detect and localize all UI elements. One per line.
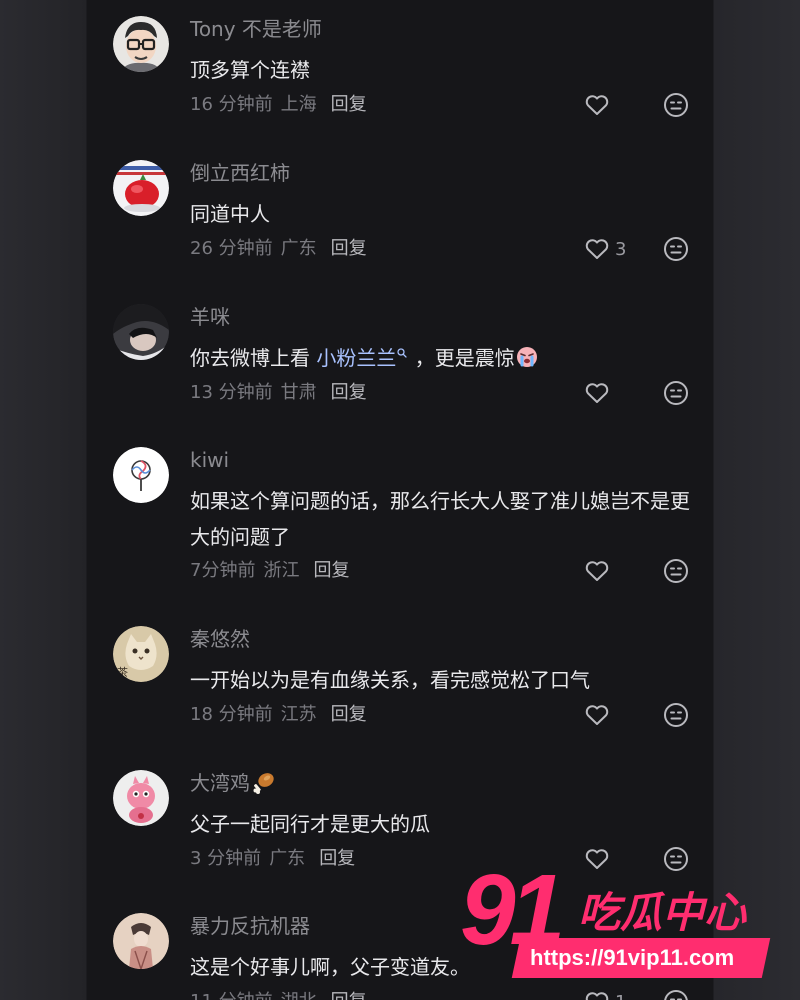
heart-icon — [585, 561, 609, 581]
comment-text: 一开始以为是有血缘关系，看完感觉松了口气 — [190, 668, 590, 692]
neutral-face-icon — [664, 559, 688, 583]
cat-avatar[interactable]: 茶 — [113, 626, 169, 682]
watermark-title: 吃瓜中心 — [578, 888, 747, 937]
comment-screen: Tony 不是老师 顶多算个连襟 16 分钟前 上海 回复 倒立西红柿 同道中人… — [0, 0, 800, 1000]
watermark-logo: 91 吃瓜中心 https://91vip11.com — [460, 860, 790, 990]
heart-icon — [585, 239, 609, 259]
dislike-button[interactable] — [662, 91, 690, 119]
username[interactable]: 暴力反抗机器 — [190, 913, 310, 939]
red-fruit-avatar[interactable] — [113, 160, 169, 216]
comment-text-suffix: ，更是震惊 — [408, 346, 515, 370]
comment-text: 你去微博上看 小粉兰兰 ，更是震惊 — [190, 340, 690, 376]
comment-time: 13 分钟前 — [190, 382, 273, 403]
username[interactable]: kiwi — [190, 447, 229, 473]
like-button[interactable]: 3 — [583, 235, 626, 263]
comment-location: 江苏 — [280, 704, 317, 725]
comment-location: 浙江 — [263, 560, 300, 581]
reply-button[interactable]: 回复 — [331, 382, 367, 403]
watermark-url: https://91vip11.com — [530, 945, 735, 970]
comment-text: 顶多算个连襟 — [190, 58, 310, 82]
like-count: 3 — [615, 238, 627, 260]
username[interactable]: 倒立西红柿 — [190, 160, 290, 186]
like-button[interactable] — [583, 91, 615, 119]
comment-time: 7分钟前 — [190, 560, 256, 581]
username[interactable]: Tony 不是老师 — [190, 16, 322, 42]
painting-avatar[interactable] — [113, 913, 169, 969]
reply-button[interactable]: 回复 — [331, 94, 367, 115]
comment-text: 如果这个算问题的话，那么行长大人娶了准儿媳岂不是更大的问题了 — [190, 489, 690, 549]
drumstick-emoji — [253, 773, 274, 794]
reply-button[interactable]: 回复 — [331, 704, 367, 725]
comment-meta: 26 分钟前 广东 回复 — [190, 237, 367, 261]
neutral-face-icon — [664, 703, 688, 727]
comment-time: 3 分钟前 — [190, 848, 262, 869]
comment-time: 16 分钟前 — [190, 94, 273, 115]
reply-button[interactable]: 回复 — [319, 848, 355, 869]
comment-location: 湖北 — [281, 991, 317, 1000]
comment-meta: 13 分钟前 甘肃 回复 — [190, 381, 367, 405]
mention-link[interactable]: 小粉兰兰 — [316, 346, 396, 370]
reply-button[interactable]: 回复 — [331, 238, 367, 259]
search-icon — [397, 348, 407, 358]
comment-location: 上海 — [280, 94, 317, 115]
username[interactable]: 大湾鸡 — [190, 770, 276, 796]
dark-photo-avatar[interactable] — [113, 304, 169, 360]
comment-meta: 3 分钟前 广东 回复 — [190, 847, 355, 871]
comment-text: 同道中人 — [190, 202, 270, 226]
neutral-face-icon — [664, 381, 688, 405]
crying-face-emoji — [516, 347, 537, 367]
username[interactable]: 羊咪 — [190, 304, 230, 330]
neutral-face-icon — [664, 237, 688, 261]
reply-button[interactable]: 回复 — [331, 991, 367, 1000]
reply-button[interactable]: 回复 — [313, 560, 349, 581]
comment-meta: 16 分钟前 上海 回复 — [190, 93, 367, 117]
heart-icon — [585, 383, 609, 403]
lollipop-avatar[interactable] — [113, 447, 169, 503]
cartoon-man-glasses-avatar[interactable] — [113, 16, 169, 72]
comment-time: 18 分钟前 — [190, 704, 273, 725]
comment-meta: 7分钟前 浙江 回复 — [190, 559, 349, 583]
heart-icon — [585, 705, 609, 725]
comment-meta: 18 分钟前 江苏 回复 — [190, 703, 367, 727]
username-text: 大湾鸡 — [190, 771, 250, 795]
dislike-button[interactable] — [662, 557, 690, 585]
comment-location: 广东 — [269, 848, 306, 869]
dislike-button[interactable] — [662, 701, 690, 729]
dislike-button[interactable] — [662, 379, 690, 407]
comment-text: 父子一起同行才是更大的瓜 — [190, 812, 430, 836]
like-button[interactable] — [583, 379, 615, 407]
like-count: 1 — [615, 992, 626, 1000]
dislike-button[interactable] — [662, 235, 690, 263]
username[interactable]: 秦悠然 — [190, 626, 250, 652]
pink-toy-avatar[interactable] — [113, 770, 169, 826]
comment-time: 26 分钟前 — [190, 238, 273, 259]
comment-time: 11 分钟前 — [190, 991, 273, 1000]
neutral-face-icon — [664, 93, 688, 117]
comment-location: 广东 — [280, 238, 317, 259]
heart-icon — [585, 95, 609, 115]
like-button[interactable] — [583, 701, 615, 729]
like-button[interactable] — [583, 557, 615, 585]
comment-location: 甘肃 — [280, 382, 317, 403]
comment-text-prefix: 你去微博上看 — [190, 346, 317, 370]
comment-meta: 11 分钟前湖北 回复 — [190, 990, 367, 1000]
